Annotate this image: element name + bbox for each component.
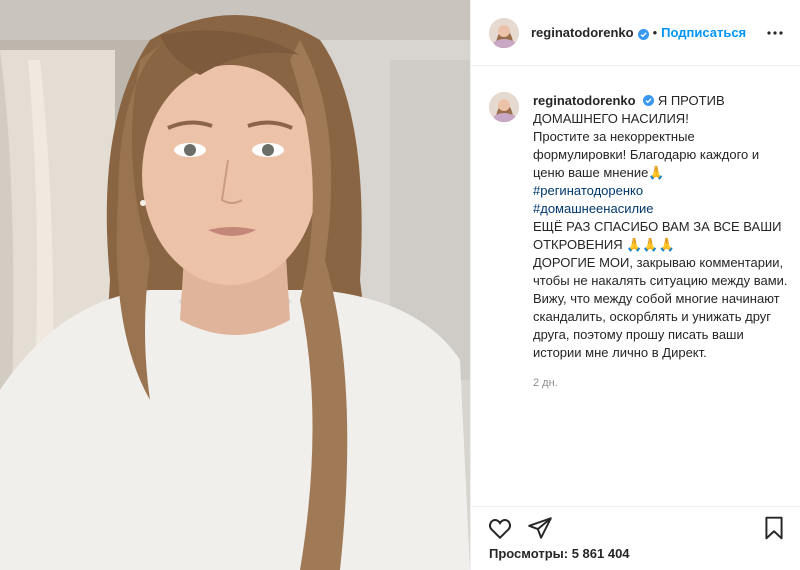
follow-button[interactable]: Подписаться bbox=[661, 25, 746, 40]
caption-avatar[interactable] bbox=[489, 92, 519, 122]
caption-line-2: Простите за некорректные формулировки! Б… bbox=[533, 129, 760, 180]
caption-line-3: ЕЩЁ РАЗ СПАСИБО ВАМ ЗА ВСЕ ВАШИ ОТКРОВЕН… bbox=[533, 219, 782, 252]
caption-line-4: ДОРОГИЕ МОИ, закрываю комментарии, чтобы… bbox=[533, 255, 788, 360]
username[interactable]: reginatodorenko bbox=[531, 25, 634, 40]
video-frame-image bbox=[0, 0, 470, 570]
heart-icon[interactable] bbox=[487, 515, 513, 541]
separator-dot: • bbox=[652, 25, 658, 40]
post-actions-bar bbox=[471, 506, 800, 546]
post-video[interactable] bbox=[0, 0, 470, 570]
caption-username[interactable]: reginatodorenko bbox=[533, 93, 636, 108]
hashtag-1[interactable]: #регинатодоренко bbox=[533, 182, 788, 200]
caption-text: reginatodorenko Я ПРОТИВ ДОМАШНЕГО НАСИЛ… bbox=[533, 92, 788, 392]
post-caption: reginatodorenko Я ПРОТИВ ДОМАШНЕГО НАСИЛ… bbox=[489, 92, 789, 392]
post-header: reginatodorenko • Подписаться bbox=[471, 0, 800, 66]
bookmark-icon[interactable] bbox=[761, 515, 787, 541]
post-timestamp[interactable]: 2 дн. bbox=[533, 374, 788, 392]
instagram-post: reginatodorenko • Подписаться reginatodo bbox=[0, 0, 800, 570]
avatar[interactable] bbox=[489, 17, 519, 48]
more-options-icon[interactable] bbox=[764, 22, 786, 44]
share-icon[interactable] bbox=[527, 515, 553, 541]
views-count[interactable]: Просмотры: 5 861 404 bbox=[489, 546, 630, 561]
post-sidebar: reginatodorenko • Подписаться reginatodo bbox=[470, 0, 800, 570]
caption-verified-badge-icon bbox=[643, 93, 655, 106]
hashtag-2[interactable]: #домашнеенасилие bbox=[533, 200, 788, 218]
verified-badge-icon bbox=[637, 27, 649, 40]
